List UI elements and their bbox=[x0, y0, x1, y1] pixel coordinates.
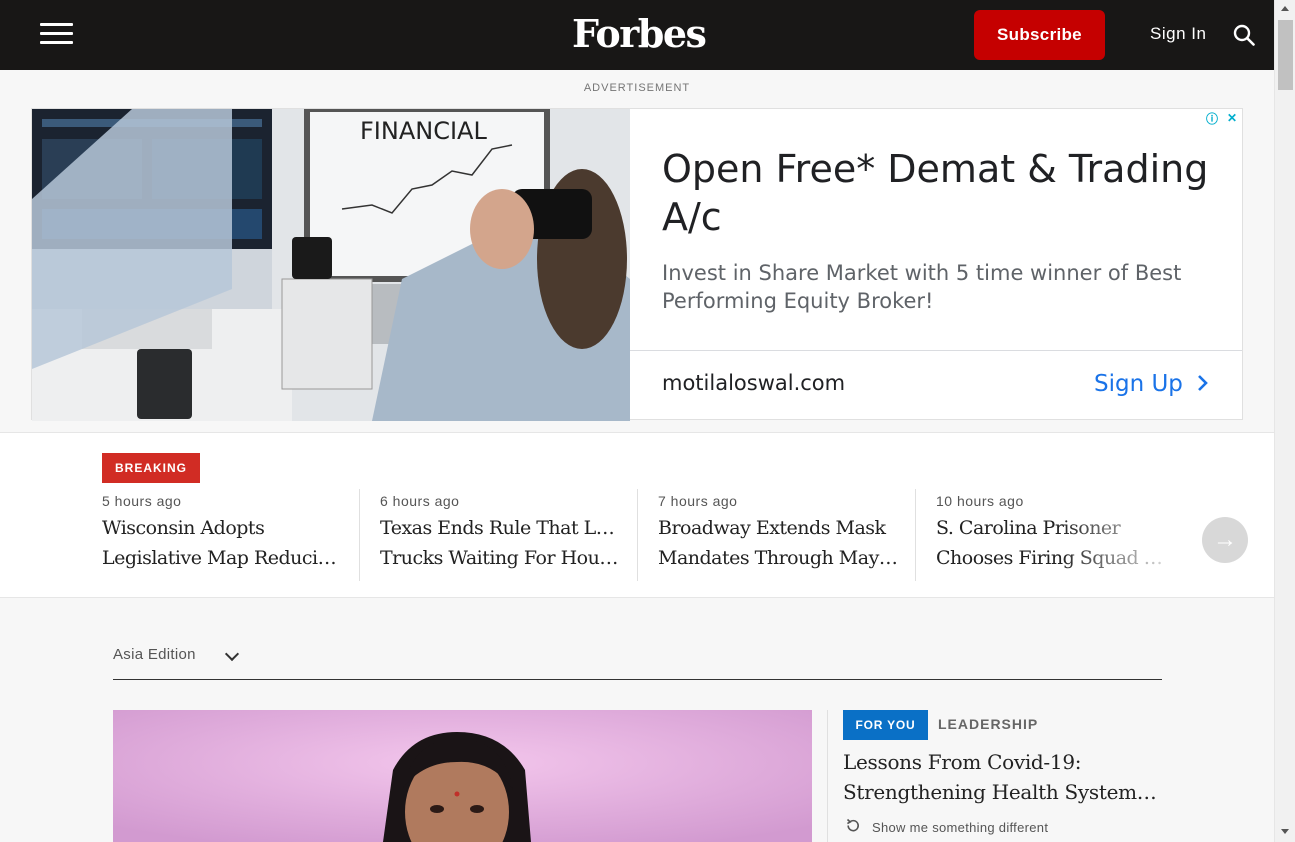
chevron-right-icon bbox=[1198, 375, 1209, 391]
story-category[interactable]: LEADERSHIP bbox=[938, 716, 1038, 732]
info-icon[interactable]: ⓘ bbox=[1202, 109, 1222, 127]
news-divider bbox=[359, 489, 360, 581]
top-navigation-bar: Forbes Subscribe Sign In bbox=[0, 0, 1274, 70]
page-scrollbar[interactable] bbox=[1274, 0, 1295, 842]
hero-story-image[interactable] bbox=[113, 710, 812, 842]
news-divider bbox=[637, 489, 638, 581]
scroll-down-arrow-icon[interactable] bbox=[1281, 829, 1289, 834]
scroll-up-arrow-icon[interactable] bbox=[1281, 6, 1289, 11]
news-timestamp: 6 hours ago bbox=[380, 493, 460, 509]
chevron-down-icon bbox=[224, 646, 240, 662]
news-timestamp: 5 hours ago bbox=[102, 493, 182, 509]
news-divider bbox=[915, 489, 916, 581]
scroll-thumb[interactable] bbox=[1278, 20, 1293, 90]
ad-image-text: FINANCIAL bbox=[360, 117, 487, 145]
breaking-news-item[interactable]: 7 hours ago Broadway Extends Mask Mandat… bbox=[658, 489, 898, 581]
breaking-news-strip: BREAKING 5 hours ago Wisconsin Adopts Le… bbox=[0, 432, 1274, 598]
breaking-news-item[interactable]: 5 hours ago Wisconsin Adopts Legislative… bbox=[102, 489, 342, 581]
show-something-different-link[interactable]: Show me something different bbox=[872, 820, 1048, 835]
refresh-icon[interactable] bbox=[845, 818, 861, 834]
close-icon[interactable]: ✕ bbox=[1222, 109, 1242, 127]
arrow-right-icon[interactable]: → bbox=[1202, 517, 1248, 563]
news-headline[interactable]: Wisconsin Adopts Legislative Map Reducin… bbox=[102, 513, 342, 573]
breaking-badge: BREAKING bbox=[102, 453, 200, 483]
search-icon[interactable] bbox=[1233, 24, 1255, 46]
edition-label: Asia Edition bbox=[113, 646, 196, 663]
column-divider bbox=[827, 710, 828, 842]
edition-selector[interactable]: Asia Edition bbox=[113, 646, 1162, 680]
carousel-fade bbox=[1060, 489, 1210, 581]
ad-description: Invest in Share Market with 5 time winne… bbox=[662, 261, 1182, 313]
ad-domain[interactable]: motilaloswal.com bbox=[662, 371, 845, 395]
advertisement-label: ADVERTISEMENT bbox=[583, 82, 691, 94]
news-timestamp: 7 hours ago bbox=[658, 493, 738, 509]
ad-divider bbox=[630, 350, 1242, 351]
breaking-news-item[interactable]: 6 hours ago Texas Ends Rule That Left Tr… bbox=[380, 489, 620, 581]
story-headline[interactable]: Lessons From Covid-19: Strengthening Hea… bbox=[843, 747, 1163, 807]
news-headline[interactable]: Broadway Extends Mask Mandates Through M… bbox=[658, 513, 898, 573]
advertisement-banner[interactable]: FINANCIAL ⓘ ✕ Open Free* Demat & Trading… bbox=[31, 108, 1243, 421]
subscribe-button[interactable]: Subscribe bbox=[974, 10, 1105, 60]
sign-in-link[interactable]: Sign In bbox=[1150, 24, 1206, 44]
ad-headline[interactable]: Open Free* Demat & Trading A/c bbox=[662, 145, 1222, 241]
forbes-logo[interactable]: Forbes bbox=[572, 10, 707, 58]
news-headline[interactable]: Texas Ends Rule That Left Trucks Waiting… bbox=[380, 513, 620, 573]
ad-image-trader[interactable]: FINANCIAL bbox=[32, 109, 630, 421]
for-you-badge: FOR YOU bbox=[843, 710, 928, 740]
ad-sign-up-button[interactable]: Sign Up bbox=[1094, 371, 1210, 397]
hamburger-icon[interactable] bbox=[40, 23, 73, 45]
